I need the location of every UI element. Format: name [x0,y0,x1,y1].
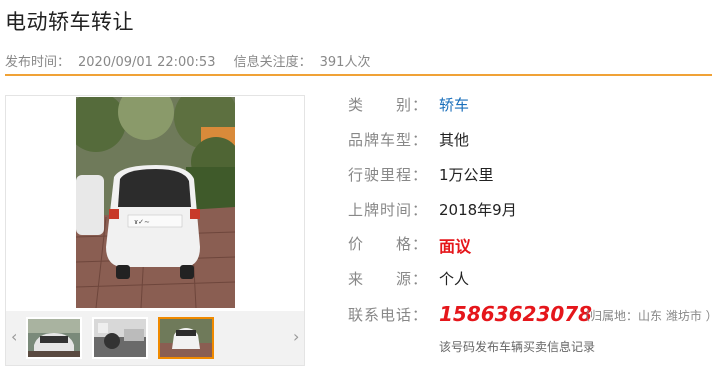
photo-gallery: ɤ✓∼ ‹ › [5,95,305,366]
publish-time: 2020/09/01 22:00:53 [78,55,216,70]
car-photo-image: ɤ✓∼ [76,97,235,308]
price-value: 面议 [439,237,472,256]
mileage-label: 行驶里程： [348,166,429,184]
phone-record-link[interactable]: 该号码发布车辆买卖信息记录 [439,338,595,355]
page-title: 电动轿车转让 [5,10,134,34]
category-link[interactable]: 轿车 [439,94,469,115]
svg-text:ɤ✓∼: ɤ✓∼ [134,218,150,226]
attention-label: 信息关注度： [233,55,312,70]
phone-location: （归属地：山东 潍坊市 ） [578,309,712,323]
next-photo-arrow[interactable]: › [293,327,299,346]
thumbnail-2[interactable] [92,317,148,359]
thumbnail-1[interactable] [26,317,82,359]
brand-label: 品牌车型： [348,131,429,149]
publish-time-label: 发布时间： [5,55,71,70]
thumbnail-1-image [28,319,80,357]
registration-label: 上牌时间： [348,201,429,219]
main-car-photo[interactable]: ɤ✓∼ [76,97,235,308]
price-label: 价 格： [348,235,429,253]
category-label: 类 别： [348,96,429,114]
phone-label: 联系电话： [348,306,429,324]
thumbnail-strip: ‹ › [6,311,304,365]
source-value: 个人 [439,270,470,288]
thumbnail-3-image [160,319,212,357]
thumbnail-2-image [94,319,146,357]
phone-number[interactable]: 15863623078 [439,302,592,326]
prev-photo-arrow[interactable]: ‹ [11,327,17,346]
source-label: 来 源： [348,270,429,288]
thumbnail-3[interactable] [158,317,214,359]
brand-value: 其他 [439,131,470,149]
post-meta: 发布时间： 2020/09/01 22:00:53 信息关注度： 391人次 [5,51,378,70]
registration-value: 2018年9月 [439,201,517,219]
title-divider [5,74,712,76]
attention-count: 391人次 [319,55,371,70]
mileage-value: 1万公里 [439,166,494,184]
